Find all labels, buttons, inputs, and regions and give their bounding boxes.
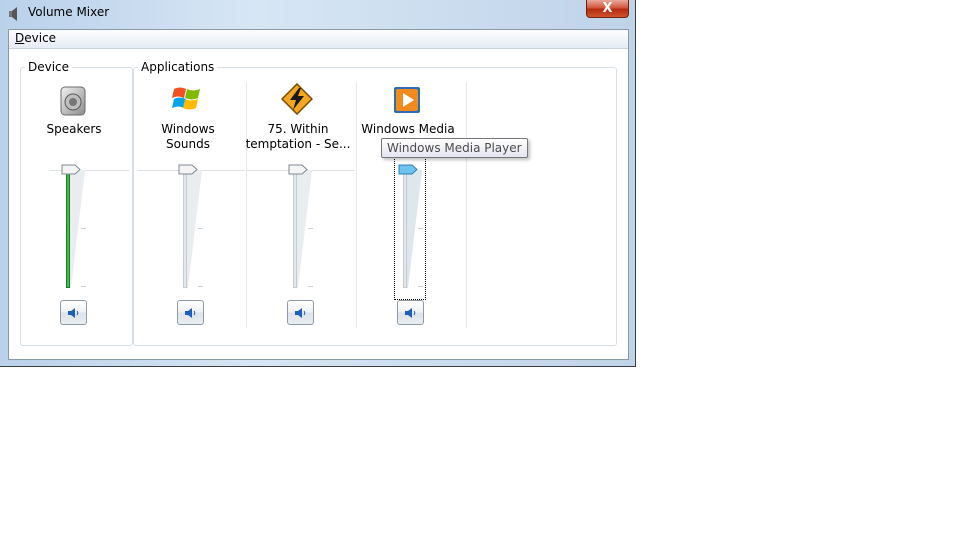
volume-slider-thumb[interactable] [61,164,81,175]
column-separator [466,82,467,328]
slider-tick [81,228,86,229]
channel-name-windows-sounds: Windows Sounds [161,122,215,151]
title-bar[interactable]: Volume Mixer X [0,0,635,28]
applications-group [133,67,617,346]
winamp-icon [281,83,313,115]
mute-button[interactable] [177,300,204,325]
device-group-label: Device [25,60,73,74]
slider-tick [81,286,86,287]
slider-tick [198,286,203,287]
speaker-volume-icon [294,307,305,318]
channel-name-windows-media: Windows Media [361,122,455,136]
volume-mixer-window: Volume Mixer X Device Device Application… [0,0,636,367]
column-separator [356,82,357,328]
volume-level-fill [66,170,70,288]
volume-slider-track[interactable] [403,170,407,288]
menu-device[interactable]: Device [15,31,56,45]
speaker-volume-icon [184,307,195,318]
speaker-volume-icon [67,307,78,318]
channel-name-speakers: Speakers [46,122,102,136]
client-area: Device Device Applications Speakers Wind… [8,29,629,360]
slider-tick [308,286,313,287]
volume-slider-track[interactable] [293,170,297,288]
slider-tick [418,228,423,229]
slider-tick [198,228,203,229]
mute-button[interactable] [397,300,424,325]
column-separator [246,82,247,328]
channel-name-winamp-track: 75. Within temptation - Se... [245,122,351,151]
mute-button[interactable] [60,300,87,325]
menu-bar: Device [9,30,628,49]
volume-slider-thumb[interactable] [398,164,418,175]
windows-media-player-icon [394,87,420,113]
speaker-icon [60,86,86,116]
applications-group-label: Applications [138,60,218,74]
speaker-icon [9,7,17,21]
windows-flag-icon [172,87,200,110]
volume-slider-thumb[interactable] [178,164,198,175]
volume-slider-thumb[interactable] [288,164,308,175]
mute-button[interactable] [287,300,314,325]
volume-slider-track[interactable] [183,170,187,288]
close-icon: X [602,1,613,16]
speaker-volume-icon [404,307,415,318]
window-title: Volume Mixer [28,5,110,19]
close-button[interactable]: X [586,0,629,18]
slider-tick [418,286,423,287]
slider-tick [308,228,313,229]
tooltip: Windows Media Player [381,138,528,158]
